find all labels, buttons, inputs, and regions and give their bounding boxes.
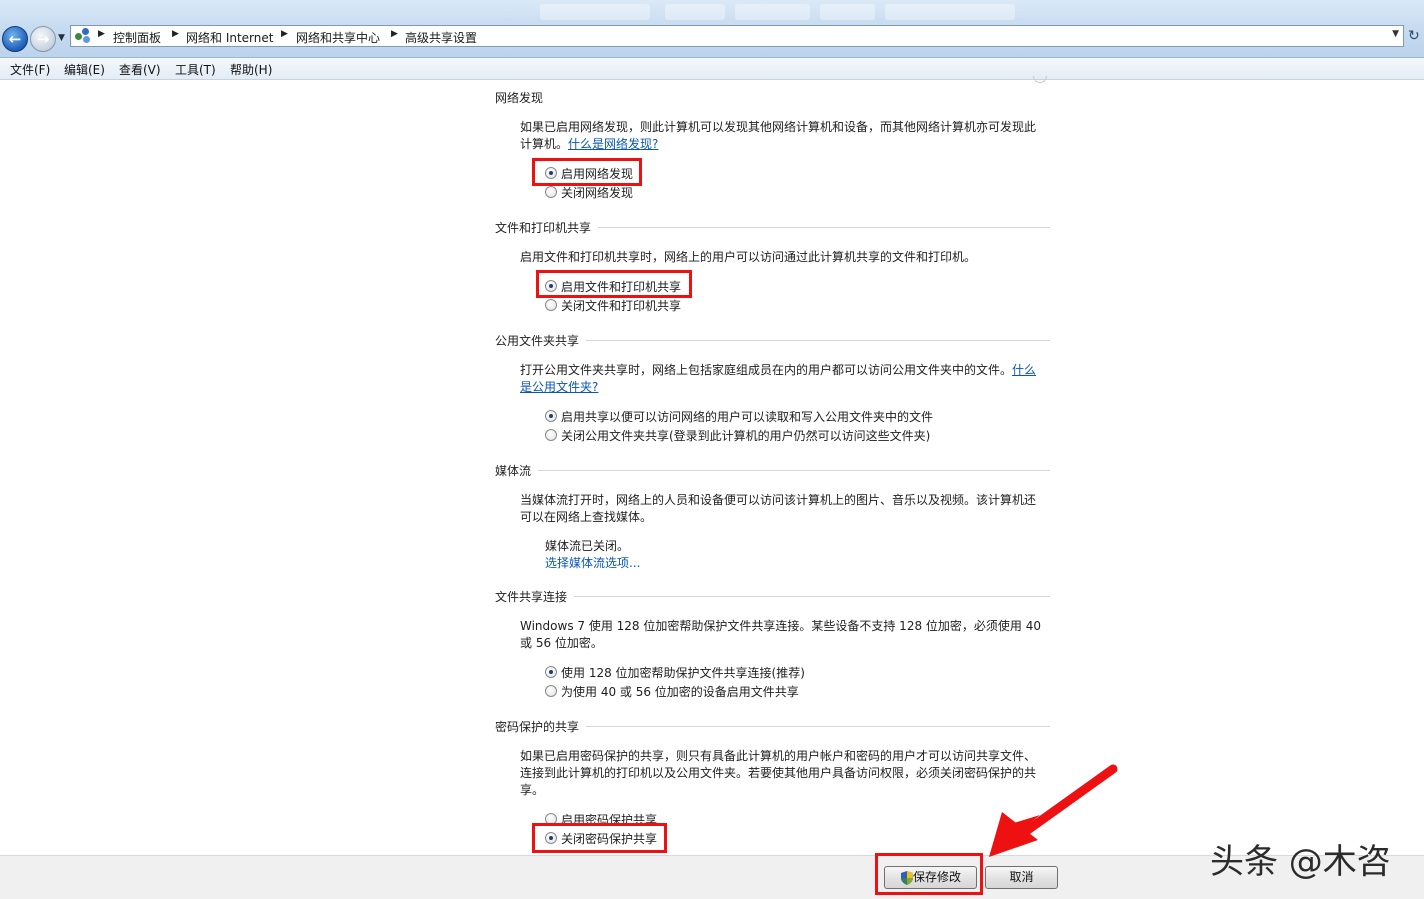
annotation-arrow-icon (0, 0, 1424, 899)
watermark-text: 头条 @木咨 (1210, 834, 1391, 883)
